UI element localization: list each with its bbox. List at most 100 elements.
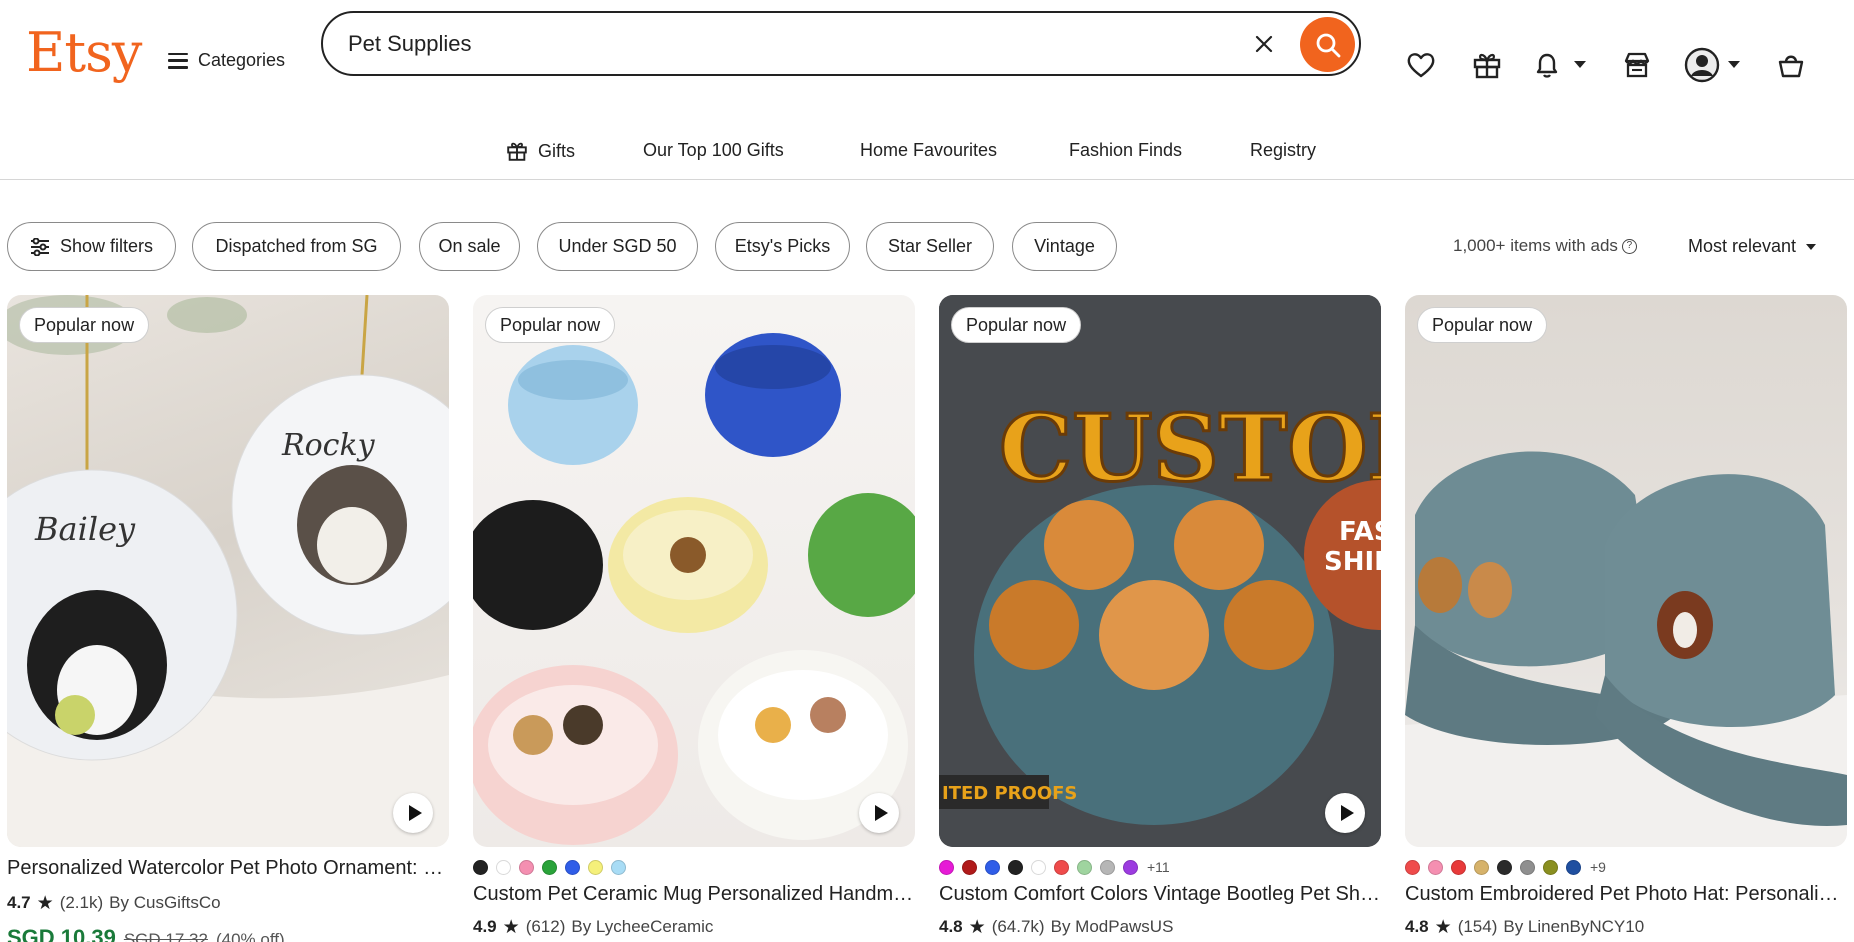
search-bar <box>321 11 1361 76</box>
filter-chip-vintage[interactable]: Vintage <box>1012 222 1117 271</box>
chevron-down-icon <box>1806 243 1817 250</box>
product-seller[interactable]: By ModPawsUS <box>1051 917 1174 937</box>
product-seller[interactable]: By LinenByNCY10 <box>1503 917 1644 937</box>
swatch <box>1566 859 1581 875</box>
product-photo <box>1405 451 1847 847</box>
product-price: SGD 10.39 <box>7 925 116 942</box>
chevron-down-icon[interactable] <box>1574 61 1586 68</box>
chip-label: Under SGD 50 <box>558 236 677 256</box>
product-seller[interactable]: By CusGiftsCo <box>109 893 220 913</box>
sort-label: Most relevant <box>1688 236 1797 256</box>
search-button[interactable] <box>1300 17 1355 72</box>
original-price: SGD 17.32 <box>123 930 208 942</box>
filter-chip-dispatched-from-sg[interactable]: Dispatched from SG <box>192 222 401 271</box>
nav-item-home-favourites[interactable]: Home Favourites <box>860 140 997 161</box>
show-filters-button[interactable]: Show filters <box>7 222 176 271</box>
swatch <box>1008 859 1023 875</box>
swatch <box>1428 859 1443 875</box>
product-card[interactable]: Popular now +9 Custom Embroidered Pet Ph… <box>1405 295 1847 937</box>
bell-icon[interactable] <box>1530 48 1564 82</box>
hamburger-icon <box>168 52 188 69</box>
product-photo: Rocky Bailey <box>7 295 449 847</box>
discount-label: (40% off) <box>215 930 285 942</box>
product-image[interactable]: Popular now <box>473 295 915 847</box>
product-title[interactable]: Custom Comfort Colors Vintage Bootleg Pe… <box>939 883 1381 906</box>
nav-item-gifts[interactable]: Gifts <box>506 140 575 162</box>
swatch <box>565 859 580 875</box>
product-photo <box>473 333 915 845</box>
color-swatches <box>473 859 626 875</box>
results-count: 1,000+ items with ads ? <box>1453 236 1637 256</box>
product-image[interactable]: CUSTOM FAS SHIPP ITED PROOFS Popular now <box>939 295 1381 847</box>
swatch <box>473 859 488 875</box>
swatch <box>611 859 626 875</box>
filter-chip-under-sgd-50[interactable]: Under SGD 50 <box>537 222 698 271</box>
cart-icon[interactable] <box>1774 48 1808 82</box>
nav-item-registry[interactable]: Registry <box>1250 140 1316 161</box>
product-title[interactable]: Custom Embroidered Pet Photo Hat: Person… <box>1405 883 1847 906</box>
chip-label: On sale <box>438 236 501 256</box>
chip-label: Etsy's Picks <box>734 236 831 256</box>
sort-dropdown[interactable]: Most relevant <box>1688 236 1817 257</box>
categories-button[interactable]: Categories <box>168 50 285 71</box>
play-video-button[interactable] <box>393 793 433 833</box>
color-swatches: +9 <box>1405 859 1606 875</box>
sliders-icon <box>30 237 49 256</box>
svg-text:Bailey: Bailey <box>34 510 136 548</box>
swatch <box>1077 859 1092 875</box>
swatch <box>1100 859 1115 875</box>
category-nav: Gifts Our Top 100 Gifts Home Favourites … <box>0 130 1854 172</box>
product-image[interactable]: Popular now <box>1405 295 1847 847</box>
nav-item-label: Fashion Finds <box>1069 140 1183 160</box>
swatch <box>1031 859 1046 875</box>
nav-item-label: Gifts <box>538 140 576 161</box>
search-icon <box>1316 33 1340 57</box>
more-colors-count: +11 <box>1147 859 1170 875</box>
play-video-button[interactable] <box>1325 793 1365 833</box>
nav-item-label: Our Top 100 Gifts <box>643 140 784 160</box>
info-icon[interactable]: ? <box>1621 238 1637 254</box>
swatch <box>962 859 977 875</box>
filter-chip-on-sale[interactable]: On sale <box>419 222 520 271</box>
filter-chip-star-seller[interactable]: Star Seller <box>866 222 994 271</box>
results-count-text: 1,000+ items with ads <box>1453 236 1618 255</box>
product-title[interactable]: Custom Pet Ceramic Mug Personalized Hand… <box>473 883 915 906</box>
product-rating: 4.8 <box>1405 917 1429 936</box>
gift-icon <box>507 142 527 161</box>
swatch <box>496 859 511 875</box>
product-reviews: (64.7k) <box>991 917 1045 936</box>
svg-text:Rocky: Rocky <box>281 428 376 463</box>
product-card[interactable]: Popular now Custom Pet Ceramic Mug Perso… <box>473 295 915 937</box>
swatch <box>1054 859 1069 875</box>
gift-icon[interactable] <box>1470 48 1504 82</box>
nav-item-fashion-finds[interactable]: Fashion Finds <box>1069 140 1182 161</box>
product-title[interactable]: Personalized Watercolor Pet Photo Orname… <box>7 857 449 880</box>
product-card[interactable]: Rocky Bailey Popular now Personalized Wa… <box>7 295 449 942</box>
filter-chip-etsys-picks[interactable]: Etsy's Picks <box>715 222 850 271</box>
heart-icon[interactable] <box>1404 48 1438 82</box>
swatch <box>1123 859 1138 875</box>
swatch <box>519 859 534 875</box>
product-rating: 4.8 <box>939 917 963 936</box>
etsy-logo[interactable]: Etsy <box>26 26 142 80</box>
product-card[interactable]: CUSTOM FAS SHIPP ITED PROOFS Popular now… <box>939 295 1381 937</box>
product-seller[interactable]: By LycheeCeramic <box>571 917 713 937</box>
product-rating: 4.9 <box>473 917 497 936</box>
product-image[interactable]: Rocky Bailey Popular now <box>7 295 449 847</box>
swatch <box>1520 859 1535 875</box>
chevron-down-icon[interactable] <box>1728 61 1740 68</box>
play-video-button[interactable] <box>859 793 899 833</box>
product-meta: 4.8 ★ (154) By LinenByNCY10 <box>1405 917 1644 937</box>
search-input[interactable] <box>348 30 1228 57</box>
product-reviews: (612) <box>525 917 566 936</box>
avatar[interactable] <box>1683 46 1721 84</box>
nav-item-top-100-gifts[interactable]: Our Top 100 Gifts <box>643 140 784 161</box>
product-meta: 4.9 ★ (612) By LycheeCeramic <box>473 917 713 937</box>
product-meta: 4.7 ★ (2.1k) By CusGiftsCo <box>7 893 221 913</box>
swatch <box>1543 859 1558 875</box>
svg-text:SHIPP: SHIPP <box>1324 547 1381 577</box>
close-icon[interactable] <box>1251 31 1277 57</box>
shop-icon[interactable] <box>1620 48 1654 82</box>
svg-text:FAS: FAS <box>1339 517 1381 547</box>
swatch <box>1497 859 1512 875</box>
